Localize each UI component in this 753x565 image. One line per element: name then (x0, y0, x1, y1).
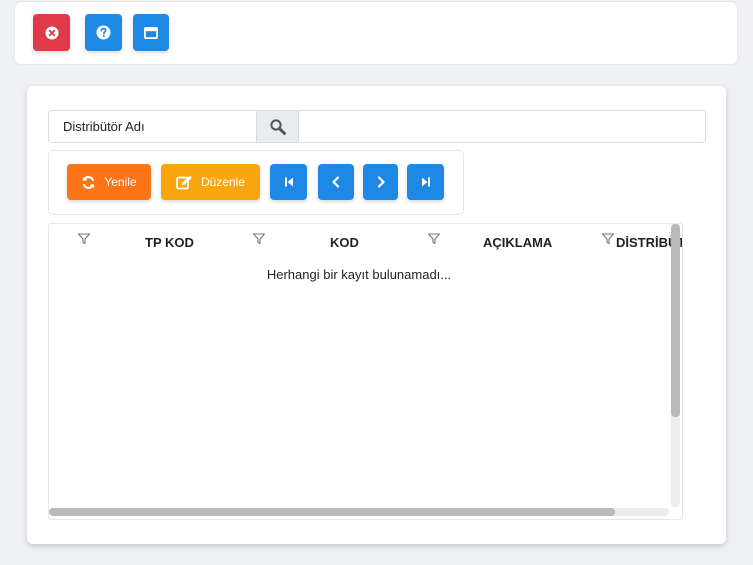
question-circle-icon (96, 25, 111, 40)
refresh-label: Yenile (104, 175, 137, 189)
close-button[interactable] (33, 14, 70, 51)
vertical-scrollbar[interactable] (671, 224, 680, 507)
first-page-button[interactable] (270, 164, 307, 200)
refresh-icon (82, 175, 95, 189)
last-page-icon (421, 177, 430, 187)
column-header-aciklama[interactable]: AÇIKLAMA (483, 235, 552, 250)
search-input[interactable] (299, 111, 705, 142)
close-circle-icon (45, 26, 58, 39)
top-toolbar (15, 2, 737, 64)
horizontal-scrollbar[interactable] (49, 508, 669, 516)
data-grid: TP KOD KOD AÇIKLAMA DİSTRİBÜTÖR Herhangi… (48, 223, 683, 520)
search-bar: Distribütör Adı (48, 110, 706, 143)
filter-icon[interactable] (427, 232, 441, 246)
grid-header: TP KOD KOD AÇIKLAMA DİSTRİBÜTÖR (49, 224, 682, 258)
horizontal-scroll-thumb[interactable] (49, 508, 615, 516)
filter-icon[interactable] (601, 232, 615, 246)
empty-message: Herhangi bir kayıt bulunamadı... (266, 267, 452, 282)
prev-page-icon (332, 176, 340, 188)
column-header-kod[interactable]: KOD (330, 235, 359, 250)
window-icon (144, 26, 158, 39)
first-page-icon (284, 177, 293, 187)
next-page-button[interactable] (363, 164, 398, 200)
filter-icon[interactable] (77, 232, 91, 246)
last-page-button[interactable] (407, 164, 444, 200)
action-toolbar: Yenile Düzenle (48, 150, 464, 215)
search-button[interactable] (256, 111, 299, 142)
help-button[interactable] (85, 14, 122, 51)
refresh-button[interactable]: Yenile (67, 164, 151, 200)
vertical-scroll-thumb[interactable] (671, 224, 680, 417)
prev-page-button[interactable] (318, 164, 354, 200)
search-field-label: Distribütör Adı (63, 119, 145, 134)
main-card: Distribütör Adı Yenile Düzenle TP KOD KO… (27, 86, 726, 544)
edit-button[interactable]: Düzenle (161, 164, 260, 200)
next-page-icon (377, 176, 385, 188)
edit-icon (176, 175, 192, 189)
filter-icon[interactable] (252, 232, 266, 246)
search-icon (269, 118, 286, 135)
column-header-tp-kod[interactable]: TP KOD (145, 235, 194, 250)
edit-label: Düzenle (200, 175, 246, 189)
window-button[interactable] (133, 14, 169, 51)
